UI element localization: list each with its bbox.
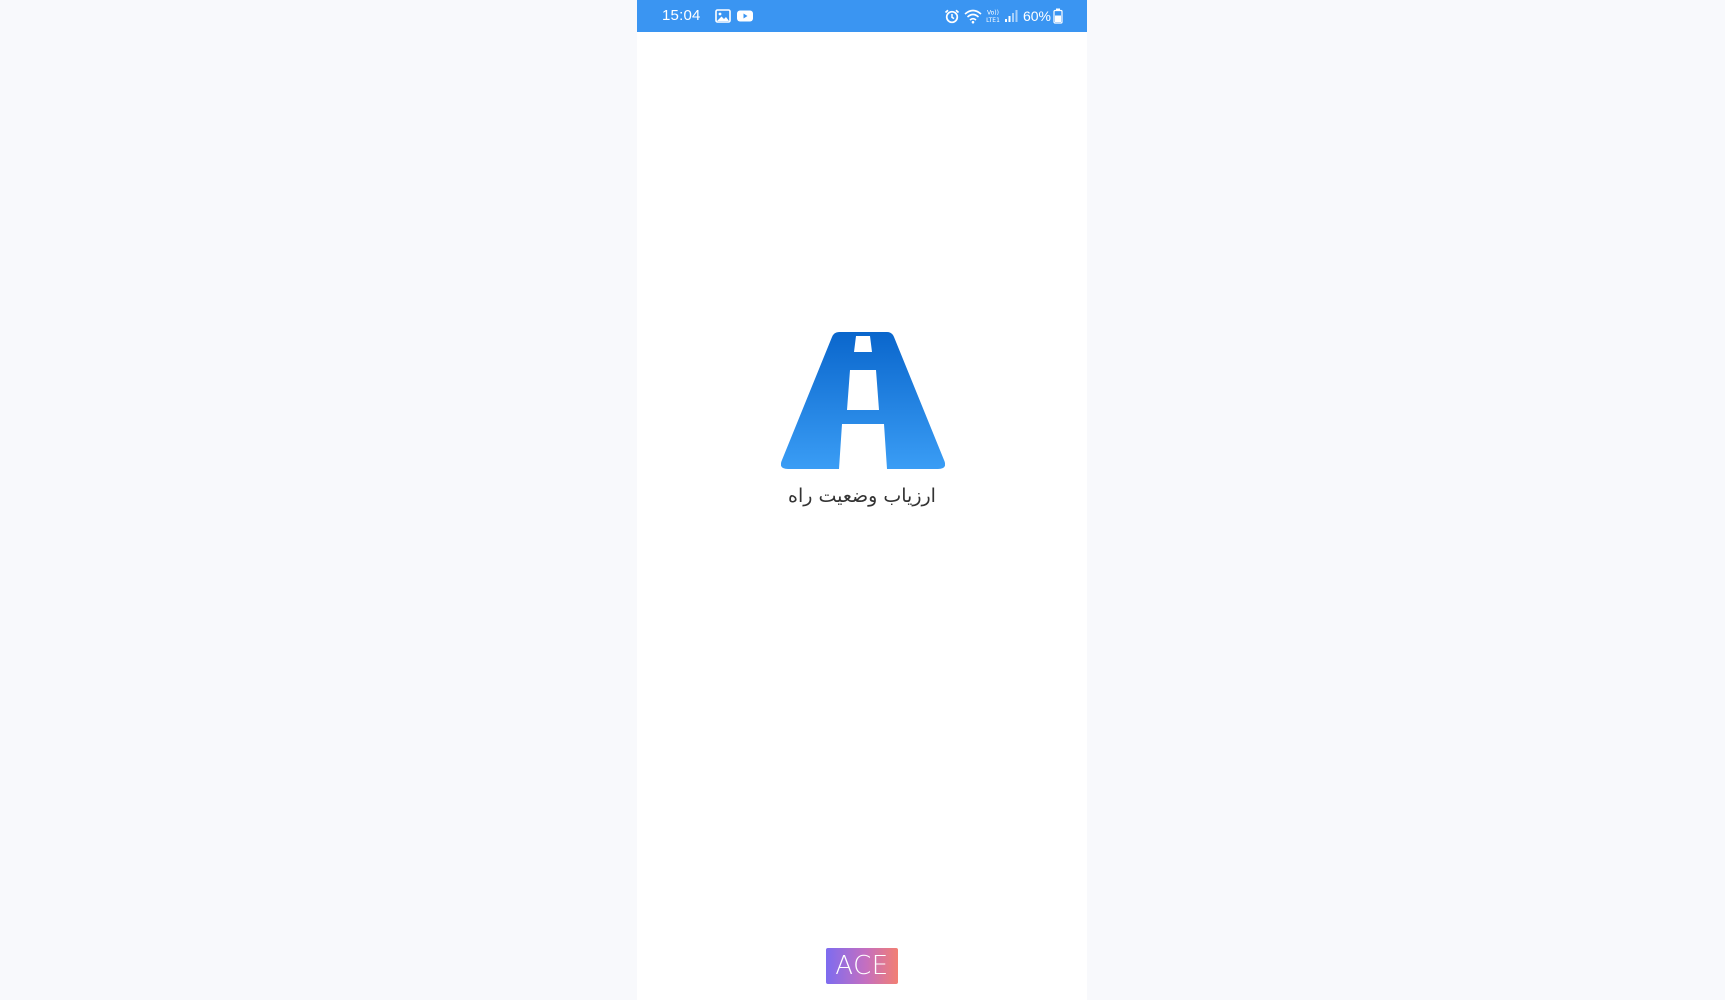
status-bar: 15:04 Vo)) LTE1 60% <box>637 0 1087 32</box>
volte-lte-icon: Vo)) LTE1 <box>986 10 1000 25</box>
wifi-icon <box>964 9 982 24</box>
phone-screen: 15:04 Vo)) LTE1 60% ارزیاب وضعیت راه ACE <box>637 0 1087 1000</box>
svg-text:Vo)): Vo)) <box>987 10 999 17</box>
splash-screen <box>637 32 1087 1000</box>
status-time: 15:04 <box>662 7 701 24</box>
road-icon <box>781 332 945 469</box>
signal-icon <box>1005 10 1018 22</box>
battery-percent: 60% <box>1022 8 1051 24</box>
brand-badge: ACE <box>826 948 898 984</box>
youtube-icon <box>737 10 753 22</box>
gallery-icon <box>715 9 731 23</box>
svg-text:LTE1: LTE1 <box>986 17 1000 24</box>
app-name: ارزیاب وضعیت راه <box>788 485 936 507</box>
alarm-icon <box>944 9 960 24</box>
battery-icon <box>1053 8 1063 24</box>
